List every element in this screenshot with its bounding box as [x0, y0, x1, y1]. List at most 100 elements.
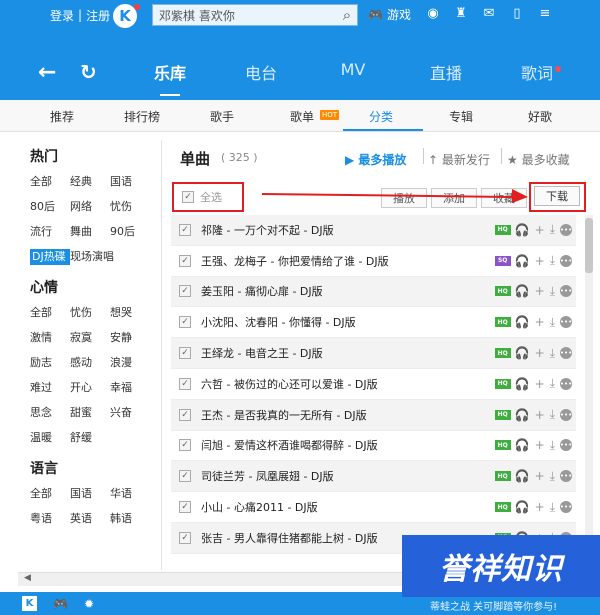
category-item[interactable]: 安静: [110, 330, 150, 346]
more-icon[interactable]: •••: [560, 285, 572, 298]
table-row[interactable]: ✓ 王绎龙 - 电音之王 - DJ版 HQ 🎧 + ⤓ •••: [171, 338, 576, 369]
download-icon[interactable]: ⤓: [550, 469, 555, 484]
search-icon[interactable]: ⌕: [337, 5, 357, 25]
table-row[interactable]: ✓ 六哲 - 被伤过的心还可以爱谁 - DJ版 HQ 🎧 + ⤓ •••: [171, 369, 576, 400]
download-icon[interactable]: ⤓: [550, 315, 555, 330]
download-icon[interactable]: ⤓: [550, 500, 555, 515]
checkbox-icon[interactable]: ✓: [179, 377, 191, 390]
table-row[interactable]: ✓ 王强、龙梅子 - 你把爱情给了谁 - DJ版 SQ 🎧 + ⤓ •••: [171, 246, 576, 277]
subtab-good-songs[interactable]: 好歌: [528, 108, 552, 125]
more-icon[interactable]: •••: [560, 501, 572, 514]
headphones-icon[interactable]: 🎧: [515, 500, 530, 514]
category-item[interactable]: 舒缓: [70, 430, 110, 446]
table-row[interactable]: ✓ 小山 - 心痛2011 - DJ版 HQ 🎧 + ⤓ •••: [171, 492, 576, 523]
tshirt-icon[interactable]: ♜: [453, 6, 469, 21]
song-name[interactable]: 小山 - 心痛2011 - DJ版: [201, 499, 495, 515]
checkbox-icon[interactable]: ✓: [179, 347, 191, 360]
plus-icon[interactable]: +: [535, 223, 545, 237]
song-name[interactable]: 六哲 - 被伤过的心还可以爱谁 - DJ版: [201, 376, 495, 392]
category-item[interactable]: 寂寞: [70, 330, 110, 346]
table-row[interactable]: ✓ 祁隆 - 一万个对不起 - DJ版 HQ 🎧 + ⤓ •••: [171, 215, 576, 246]
headphones-icon[interactable]: 🎧: [515, 346, 530, 360]
headphones-icon[interactable]: 🎧: [515, 438, 530, 452]
headphones-icon[interactable]: 🎧: [515, 408, 530, 422]
scroll-thumb[interactable]: [585, 218, 593, 273]
checkbox-icon[interactable]: ✓: [179, 439, 191, 452]
plus-icon[interactable]: +: [535, 469, 545, 483]
category-item[interactable]: 激情: [30, 330, 70, 346]
plus-icon[interactable]: +: [535, 438, 545, 452]
song-name[interactable]: 王强、龙梅子 - 你把爱情给了谁 - DJ版: [201, 253, 495, 269]
checkbox-icon[interactable]: ✓: [179, 285, 191, 298]
song-name[interactable]: 姜玉阳 - 痛彻心扉 - DJ版: [201, 283, 495, 299]
subtab-recommend[interactable]: 推荐: [50, 108, 74, 125]
download-icon[interactable]: ⤓: [550, 407, 555, 422]
mobile-icon[interactable]: ▯: [509, 6, 525, 21]
more-icon[interactable]: •••: [560, 316, 572, 329]
download-icon[interactable]: ⤓: [550, 438, 555, 453]
subtab-singers[interactable]: 歌手: [210, 108, 234, 125]
table-row[interactable]: ✓ 闫旭 - 爱情这杯酒谁喝都得醉 - DJ版 HQ 🎧 + ⤓ •••: [171, 431, 576, 462]
register-link[interactable]: 注册: [86, 7, 110, 24]
download-icon[interactable]: ⤓: [550, 222, 555, 237]
category-item[interactable]: 全部: [30, 486, 70, 502]
tab-library[interactable]: 乐库: [140, 60, 200, 100]
table-row[interactable]: ✓ 司徒兰芳 - 凤凰展翅 - DJ版 HQ 🎧 + ⤓ •••: [171, 461, 576, 493]
category-item[interactable]: 幸福: [110, 380, 150, 396]
category-item[interactable]: 难过: [30, 380, 70, 396]
plus-icon[interactable]: +: [535, 500, 545, 514]
category-item-selected[interactable]: DJ热碟: [30, 249, 70, 265]
category-item[interactable]: 想哭: [110, 305, 150, 321]
category-item[interactable]: 国语: [110, 174, 150, 190]
sort-newest[interactable]: ↑ 最新发行: [428, 151, 490, 168]
category-item[interactable]: 温暖: [30, 430, 70, 446]
plus-icon[interactable]: +: [535, 408, 545, 422]
category-item[interactable]: 80后: [30, 199, 70, 215]
category-item[interactable]: 韩语: [110, 511, 150, 527]
more-icon[interactable]: •••: [560, 377, 572, 390]
table-row[interactable]: ✓ 王杰 - 是否我真的一无所有 - DJ版 HQ 🎧 + ⤓ •••: [171, 399, 576, 431]
download-icon[interactable]: ⤓: [550, 284, 555, 299]
subtab-albums[interactable]: 专辑: [449, 108, 473, 125]
sort-most-played[interactable]: ▶ 最多播放: [345, 151, 406, 168]
bug-icon[interactable]: ✹: [84, 597, 94, 611]
search-input[interactable]: 邓紫棋 喜欢你: [153, 7, 337, 24]
more-icon[interactable]: •••: [560, 439, 572, 452]
more-icon[interactable]: •••: [560, 347, 572, 360]
more-icon[interactable]: •••: [560, 254, 572, 267]
gamepad-icon[interactable]: 🎮: [53, 597, 68, 611]
category-item[interactable]: 国语: [70, 486, 110, 502]
category-item[interactable]: 网络: [70, 199, 110, 215]
song-name[interactable]: 司徒兰芳 - 凤凰展翅 - DJ版: [201, 468, 495, 484]
table-row[interactable]: ✓ 姜玉阳 - 痛彻心扉 - DJ版 HQ 🎧 + ⤓ •••: [171, 276, 576, 308]
plus-icon[interactable]: +: [535, 254, 545, 268]
money-bag-icon[interactable]: ◉: [425, 6, 441, 21]
checkbox-icon[interactable]: ✓: [179, 501, 191, 514]
category-item[interactable]: 感动: [70, 355, 110, 371]
category-item[interactable]: 忧伤: [110, 199, 150, 215]
plus-icon[interactable]: +: [535, 346, 545, 360]
tab-mv[interactable]: MV: [323, 60, 383, 100]
download-icon[interactable]: ⤓: [550, 376, 555, 391]
category-item[interactable]: 甜蜜: [70, 405, 110, 421]
headphones-icon[interactable]: 🎧: [515, 284, 530, 298]
song-name[interactable]: 闫旭 - 爱情这杯酒谁喝都得醉 - DJ版: [201, 437, 495, 453]
plus-icon[interactable]: +: [535, 315, 545, 329]
search-box[interactable]: 邓紫棋 喜欢你 ⌕: [152, 4, 358, 26]
menu-icon[interactable]: ≡: [537, 6, 553, 21]
category-item[interactable]: 粤语: [30, 511, 70, 527]
checkbox-icon[interactable]: ✓: [179, 316, 191, 329]
category-item[interactable]: 流行: [30, 224, 70, 240]
checkbox-icon[interactable]: ✓: [179, 470, 191, 483]
checkbox-icon[interactable]: ✓: [179, 531, 191, 544]
headphones-icon[interactable]: 🎧: [515, 223, 530, 237]
headphones-icon[interactable]: 🎧: [515, 469, 530, 483]
download-icon[interactable]: ⤓: [550, 253, 555, 268]
song-name[interactable]: 王杰 - 是否我真的一无所有 - DJ版: [201, 407, 495, 423]
category-item[interactable]: 90后: [110, 224, 150, 240]
category-item[interactable]: 英语: [70, 511, 110, 527]
category-item[interactable]: 华语: [110, 486, 150, 502]
scroll-left-icon[interactable]: ◀: [24, 573, 31, 583]
headphones-icon[interactable]: 🎧: [515, 377, 530, 391]
select-all-checkbox[interactable]: ✓ 全选: [172, 182, 244, 212]
